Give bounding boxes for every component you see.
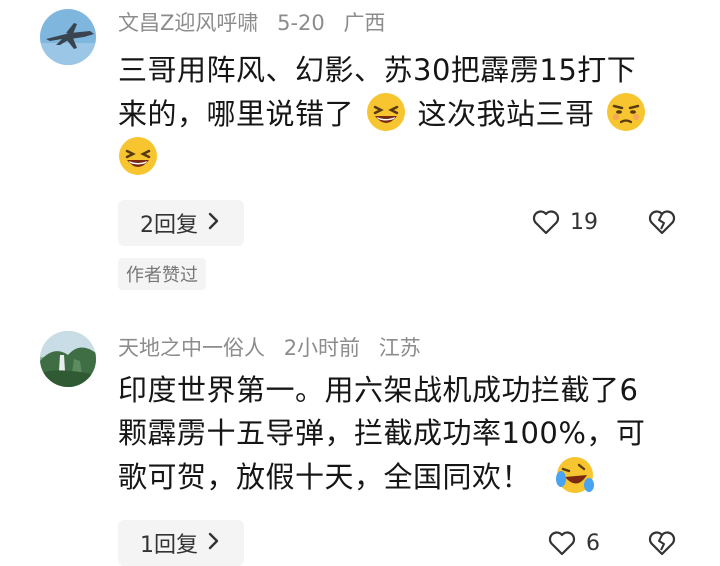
like-button[interactable]: 19: [532, 209, 598, 235]
comment-meta: 天地之中一俗人 2小时前 江苏: [118, 336, 433, 360]
replies-label: 1回复: [140, 533, 198, 558]
replies-label: 2回复: [140, 213, 198, 238]
like-count: 6: [586, 530, 600, 556]
grinning-squint-emoji: [118, 136, 158, 176]
comment-text-line: [118, 136, 688, 180]
comment-text-line: 颗霹雳十五导弹，拦截成功率100%，可: [118, 416, 646, 450]
comment-text-line: 三哥用阵风、幻影、苏30把霹雳15打下: [118, 53, 637, 87]
comment-date: 2小时前: [283, 336, 361, 360]
comment-meta: 文昌Z迎风呼啸 5-20 广西: [118, 11, 397, 35]
comment-text-segment: 这次我站三哥: [417, 97, 595, 131]
heart-outline-icon: [548, 531, 576, 556]
comment-text-line: 歌可贺，放假十天，全国同欢！: [118, 455, 688, 499]
comment-date: 5-20: [277, 11, 325, 35]
like-button[interactable]: 6: [548, 530, 600, 556]
unamused-emoji: [606, 92, 646, 132]
chevron-right-icon: [208, 211, 220, 235]
heart-outline-icon: [532, 210, 560, 235]
comment-location: 广西: [343, 11, 386, 35]
avatar[interactable]: [40, 331, 96, 387]
avatar[interactable]: [40, 9, 96, 65]
comment-text-segment: 歌可贺，放假十天，全国同欢！: [118, 460, 532, 494]
comment-text-segment: 来的，哪里说错了: [118, 97, 355, 131]
broken-heart-icon: [648, 210, 676, 235]
username[interactable]: 文昌Z迎风呼啸: [118, 11, 258, 35]
grinning-squint-emoji: [366, 92, 406, 132]
replies-button[interactable]: 2回复: [118, 200, 244, 246]
dislike-button[interactable]: [648, 530, 676, 560]
username[interactable]: 天地之中一俗人: [118, 336, 265, 360]
comment-text-line: 来的，哪里说错了 这次我站三哥: [118, 92, 688, 136]
dislike-button[interactable]: [648, 209, 676, 239]
broken-heart-icon: [648, 531, 676, 556]
comment-text: 印度世界第一。用六架战机成功拦截了6 颗霹雳十五导弹，拦截成功率100%，可 歌…: [118, 369, 688, 499]
comment-location: 江苏: [378, 336, 421, 360]
laughing-tears-emoji: [555, 455, 595, 495]
like-count: 19: [570, 209, 598, 235]
comment-text: 三哥用阵风、幻影、苏30把霹雳15打下 来的，哪里说错了 这次我站三哥: [118, 49, 688, 180]
author-liked-badge: 作者赞过: [118, 258, 206, 290]
chevron-right-icon: [208, 531, 220, 555]
comment-text-line: 印度世界第一。用六架战机成功拦截了6: [118, 373, 639, 407]
replies-button[interactable]: 1回复: [118, 520, 244, 566]
